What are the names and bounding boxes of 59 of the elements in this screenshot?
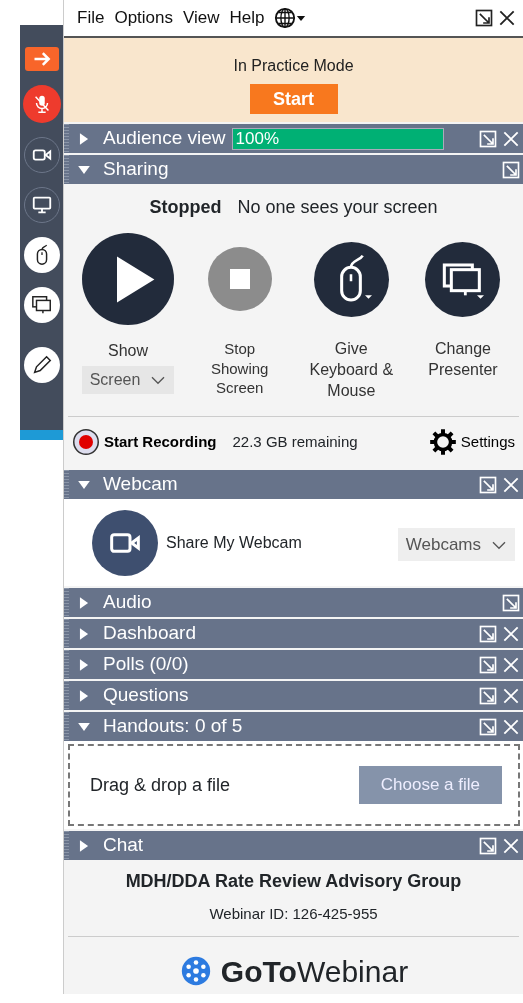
settings-button[interactable]: Settings — [428, 428, 515, 457]
panel-title: Audience view — [103, 126, 226, 151]
screens-icon — [30, 294, 53, 316]
menu-item[interactable]: View — [178, 3, 225, 33]
panel-title: Questions — [103, 683, 189, 708]
panel-title: Chat — [103, 833, 144, 858]
action-label: Change Presenter — [427, 339, 499, 380]
panel-title: Handouts: 0 of 5 — [103, 714, 243, 739]
practice-mode-label: In Practice Mode — [233, 56, 354, 76]
start-recording-button[interactable]: Start Recording — [72, 428, 217, 457]
mouse-button[interactable] — [23, 237, 60, 273]
panel-header[interactable]: Audio — [64, 588, 523, 617]
screen-dropdown[interactable]: Screen — [81, 365, 175, 394]
action-label: Stop Showing Screen — [209, 339, 270, 398]
menu-item[interactable]: File — [72, 3, 110, 33]
webcam-button[interactable] — [23, 137, 60, 173]
webinar-title: MDH/DDA Rate Review Advisory Group — [125, 870, 462, 893]
webcams-dropdown[interactable]: Webcams — [397, 527, 515, 562]
storage-remaining: 22.3 GB remaining — [232, 432, 358, 453]
meter-reading: 100% — [235, 128, 279, 149]
settings-icon — [428, 428, 457, 457]
menu-item[interactable]: Options — [109, 3, 178, 33]
screen-button[interactable] — [23, 187, 60, 223]
panel-header[interactable]: Chat — [64, 831, 523, 860]
panel-header[interactable]: Sharing — [64, 155, 523, 184]
panel-title: Audio — [103, 590, 152, 615]
status-message: No one sees your screen — [237, 197, 438, 217]
arrow-button[interactable] — [24, 47, 59, 71]
start-button[interactable]: Start — [249, 84, 338, 114]
presenter-button[interactable] — [23, 287, 60, 323]
logo-wordmark: GoToWebinar — [220, 953, 409, 990]
language-menu-button[interactable] — [273, 7, 306, 29]
panel-header[interactable]: Handouts: 0 of 5 — [64, 712, 523, 741]
panel-title: Dashboard — [103, 621, 196, 646]
action-label: Give Keyboard & Mouse — [308, 339, 395, 401]
drop-zone[interactable]: Drag & drop a file Choose a file — [68, 744, 520, 826]
panel-title: Webcam — [103, 472, 178, 497]
status-label: Stopped — [149, 197, 222, 217]
mute-microphone-button[interactable] — [22, 85, 61, 123]
choose-file-button[interactable]: Choose a file — [358, 766, 502, 804]
panel-header[interactable]: Questions — [64, 681, 523, 710]
caret-icon — [295, 13, 306, 23]
panel-header[interactable]: Dashboard — [64, 619, 523, 648]
pop-out-icon[interactable] — [474, 8, 494, 28]
panel-header[interactable]: Polls (0/0) — [64, 650, 523, 679]
menu-item[interactable]: Help — [224, 3, 270, 33]
panel-title: Sharing — [103, 157, 169, 182]
webinar-id: Webinar ID: 126-425-955 — [209, 904, 378, 924]
globe-icon — [273, 7, 296, 29]
drop-hint: Drag & drop a file — [90, 773, 231, 797]
webcam-label: Share My Webcam — [166, 532, 302, 553]
monitor-icon — [30, 194, 53, 216]
panel-header[interactable]: Webcam — [64, 470, 523, 499]
close-icon[interactable] — [497, 8, 517, 28]
record-icon — [72, 428, 100, 457]
panel-header[interactable]: Audience view 100% — [64, 124, 523, 153]
drawing-tools-button[interactable] — [23, 347, 60, 383]
panel-title: Polls (0/0) — [103, 652, 189, 677]
action-label: Show — [108, 341, 148, 361]
